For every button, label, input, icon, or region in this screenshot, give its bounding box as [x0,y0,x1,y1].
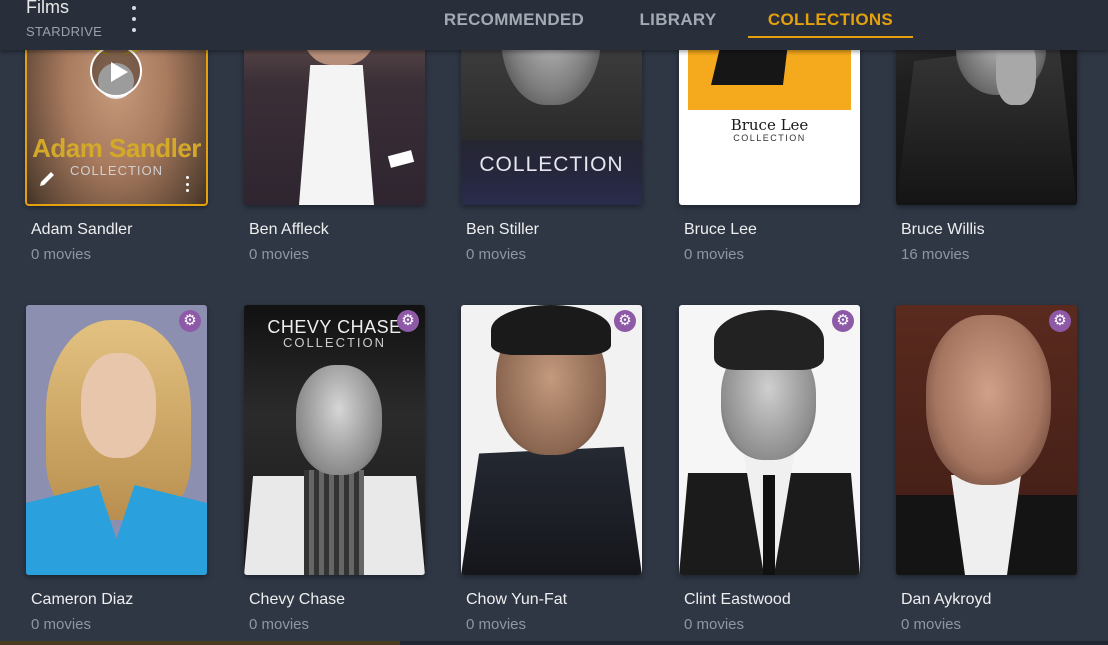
collection-name[interactable]: Ben Stiller [466,221,539,239]
tab-recommended[interactable]: RECOMMENDED [440,0,588,39]
collection-name[interactable]: Clint Eastwood [684,591,791,609]
collection-name[interactable]: Dan Aykroyd [901,591,991,609]
collection-poster[interactable]: CHEVY CHASE COLLECTION ⚙ [244,305,425,575]
gear-icon[interactable]: ⚙ [397,310,419,332]
collection-count: 0 movies [31,246,92,263]
collection-count: 16 movies [901,246,970,263]
tab-collections[interactable]: COLLECTIONS [748,0,913,39]
collection-count: 0 movies [31,616,92,633]
poster-subtitle-text: COLLECTION [282,335,387,350]
library-title[interactable]: Films [26,0,69,18]
poster-title-text: Adam Sandler [32,133,201,163]
collection-count: 0 movies [684,616,745,633]
pencil-icon[interactable] [38,170,56,193]
active-tab-indicator [748,36,913,38]
collection-name[interactable]: Adam Sandler [31,221,132,239]
collection-count: 0 movies [684,246,745,263]
poster-title-text: Bruce Lee [730,116,809,134]
more-vertical-icon[interactable] [186,176,190,192]
gear-icon[interactable]: ⚙ [179,310,201,332]
tab-library[interactable]: LIBRARY [638,0,718,39]
collection-poster[interactable]: ⚙ [896,305,1077,575]
top-bar: Films STARDRIVE RECOMMENDED LIBRARY COLL… [0,0,1108,50]
collection-name[interactable]: Bruce Willis [901,221,985,239]
gear-icon[interactable]: ⚙ [832,310,854,332]
collection-count: 0 movies [466,616,527,633]
gear-icon[interactable]: ⚙ [1049,310,1071,332]
collection-count: 0 movies [249,246,310,263]
kebab-menu-icon[interactable] [127,6,141,32]
collection-poster[interactable]: ⚙ [461,305,642,575]
play-icon[interactable] [90,45,142,97]
collection-name[interactable]: Cameron Diaz [31,591,133,609]
collection-name[interactable]: Chow Yun-Fat [466,591,567,609]
collection-name[interactable]: Chevy Chase [249,591,345,609]
collection-count: 0 movies [249,616,310,633]
collection-name[interactable]: Ben Affleck [249,221,329,239]
collection-name[interactable]: Bruce Lee [684,221,757,239]
collection-poster[interactable]: ⚙ [26,305,207,575]
poster-subtitle-text: COLLECTION [733,133,806,143]
collection-count: 0 movies [466,246,527,263]
poster-title-text: COLLECTION [479,153,624,176]
collection-count: 0 movies [901,616,962,633]
server-name[interactable]: STARDRIVE [26,24,102,39]
gear-icon[interactable]: ⚙ [614,310,636,332]
collection-poster[interactable]: ⚙ [679,305,860,575]
scroll-progress [0,641,400,645]
